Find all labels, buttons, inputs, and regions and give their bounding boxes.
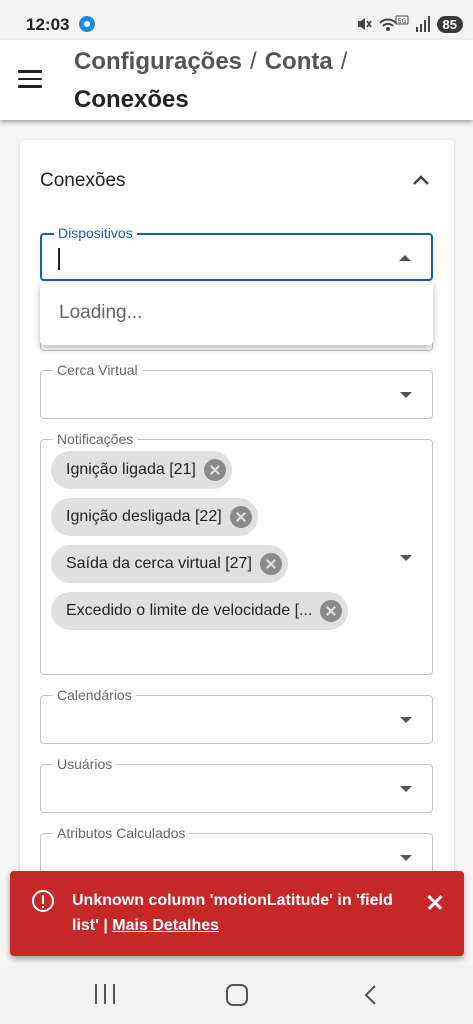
usuarios-label: Usuários [53,756,117,772]
status-time: 12:03 [26,15,70,34]
arrow-down-icon[interactable] [400,855,412,861]
location-icon [79,16,95,32]
dispositivos-popup: Loading... [40,282,433,345]
usuarios-field[interactable]: Usuários [40,756,433,813]
chip-delete-icon[interactable] [229,506,252,528]
breadcrumb-separator: / [340,48,348,75]
arrow-down-icon[interactable] [400,786,412,792]
arrow-down-icon[interactable] [400,717,412,723]
loading-text: Loading... [59,302,143,323]
app-bar: Configurações / Conta / Conexões [0,40,473,120]
battery-icon: 85 [436,15,463,33]
chip-delete-icon[interactable] [203,459,226,481]
details-link[interactable]: Mais Detalhes [112,917,219,934]
chip-label: Excedido o limite de velocidade [... [66,602,313,619]
atributos-calculados-label: Atributos Calculados [53,825,190,841]
system-nav-bar [0,966,473,1024]
home-icon[interactable] [226,984,248,1006]
cerca-virtual-label: Cerca Virtual [53,362,142,378]
status-icons: 5G 85 [356,14,463,34]
chip[interactable]: Excedido o limite de velocidade [... [51,592,349,630]
chip-label: Ignição desligada [22] [66,508,222,525]
card-title: Conexões [40,170,126,191]
mute-icon [357,18,372,30]
chip[interactable]: Ignição ligada [21] [51,451,232,489]
chip[interactable]: Ignição desligada [22] [51,498,258,536]
chip-delete-icon[interactable] [320,600,343,622]
arrow-up-icon[interactable] [399,255,411,261]
calendarios-field[interactable]: Calendários [40,687,433,744]
chip-label: Ignição ligada [21] [66,461,196,478]
chip-label: Saída da cerca virtual [27] [66,555,252,572]
wifi-5g-icon: 5G [378,15,409,31]
dispositivos-field[interactable]: Dispositivos [40,225,433,281]
notificacoes-label: Notificações [53,431,138,447]
calendarios-label: Calendários [53,687,136,703]
error-icon [32,890,54,912]
signal-icon [415,16,430,32]
page-title: Conexões [74,86,189,113]
breadcrumb-item[interactable]: Configurações [74,48,242,75]
status-bar: 12:03 5G 85 [0,0,473,40]
arrow-down-icon[interactable] [400,555,412,561]
text-caret [58,248,60,270]
connections-card: Conexões Dispositivos Cerca Virtual Noti… [20,140,454,920]
error-snackbar: Unknown column 'motionLatitude' in 'fiel… [10,871,464,956]
notificacoes-field[interactable]: Notificações Ignição ligada [21] Ignição… [40,431,433,675]
breadcrumb-separator: / [250,48,257,75]
cerca-virtual-field[interactable]: Cerca Virtual [40,362,433,419]
close-icon[interactable] [426,893,444,911]
recent-apps-icon[interactable] [95,984,117,1004]
chip-delete-icon[interactable] [259,553,282,575]
svg-text:5G: 5G [397,17,406,25]
breadcrumb: Configurações / Conta / [74,48,355,76]
arrow-down-icon[interactable] [400,392,412,398]
chevron-up-icon[interactable] [412,174,430,186]
dispositivos-label: Dispositivos [54,225,137,241]
chip[interactable]: Saída da cerca virtual [27] [51,545,288,583]
breadcrumb-item[interactable]: Conta [265,48,333,75]
snackbar-message: Unknown column 'motionLatitude' in 'fiel… [72,888,402,938]
back-icon[interactable] [362,984,378,1006]
menu-icon[interactable] [18,70,42,88]
